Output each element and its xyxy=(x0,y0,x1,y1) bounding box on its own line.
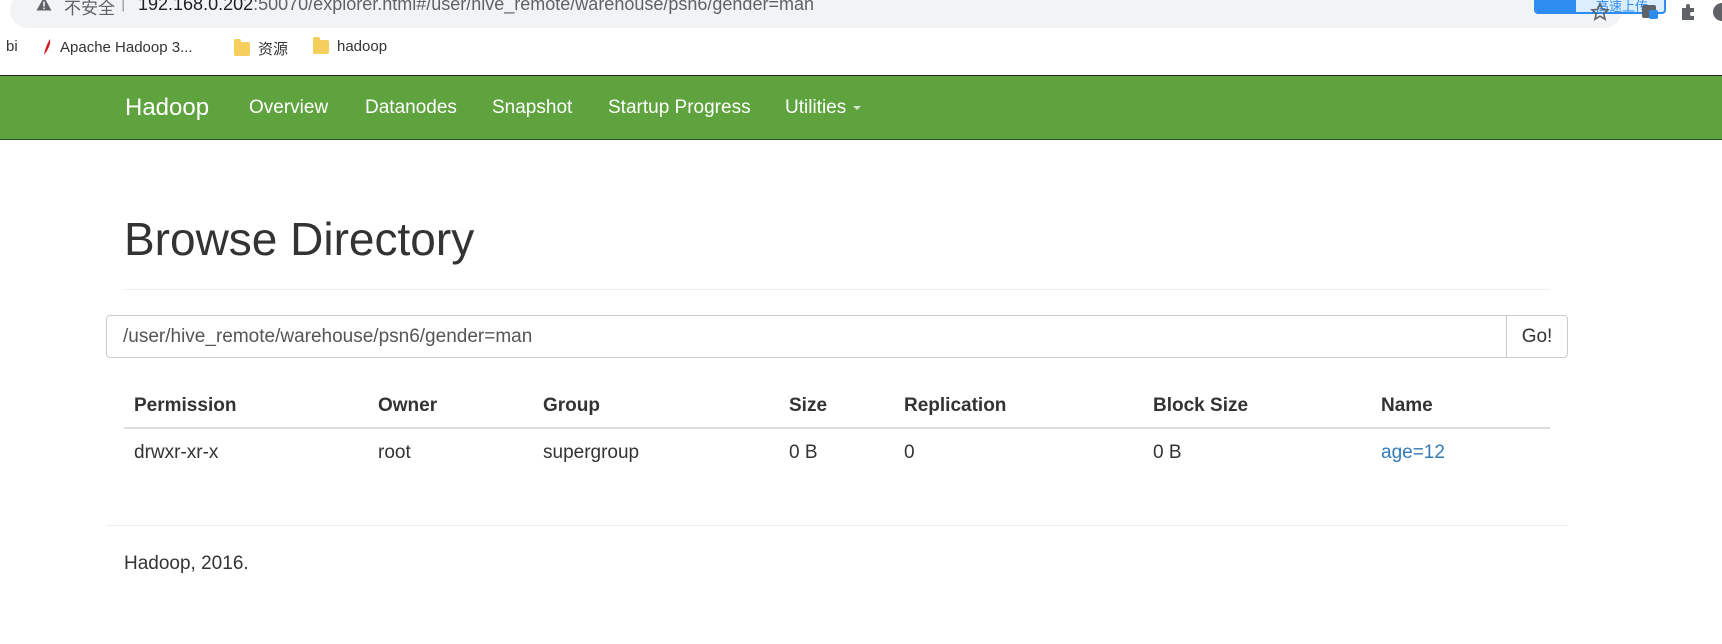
header-owner[interactable]: Owner xyxy=(368,384,533,429)
url-separator: | xyxy=(121,0,126,12)
header-block-size[interactable]: Block Size xyxy=(1143,384,1371,429)
directory-link[interactable]: age=12 xyxy=(1381,442,1445,463)
profile-icon[interactable] xyxy=(1712,2,1722,22)
bookmark-label: 资源 xyxy=(258,41,289,58)
nav-utilities-dropdown[interactable]: Utilities xyxy=(785,97,862,119)
header-replication[interactable]: Replication xyxy=(894,384,1143,429)
nav-utilities-label: Utilities xyxy=(785,97,847,118)
cell-owner: root xyxy=(378,441,411,463)
footer-divider xyxy=(106,525,1568,526)
cell-block-size: 0 B xyxy=(1153,441,1182,463)
url-host: 192.168.0.202 xyxy=(138,0,254,14)
star-icon[interactable] xyxy=(1590,2,1610,22)
cell-replication: 0 xyxy=(904,441,915,463)
address-bar[interactable]: 不安全 | 192.168.0.202:50070/explorer.html#… xyxy=(10,0,1622,28)
cell-group: supergroup xyxy=(543,441,640,463)
bookmark-label: hadoop xyxy=(337,38,388,55)
extension-logo-icon xyxy=(1536,0,1576,12)
nav-startup-progress[interactable]: Startup Progress xyxy=(608,97,751,119)
warning-icon[interactable] xyxy=(36,0,52,12)
nav-overview[interactable]: Overview xyxy=(249,97,328,119)
table-header-row: Permission Owner Group Size Replication … xyxy=(124,384,1550,429)
translate-icon[interactable] xyxy=(1640,2,1660,22)
browser-chrome: 不安全 | 192.168.0.202:50070/explorer.html#… xyxy=(0,0,1722,76)
bookmark-label: bi xyxy=(6,38,18,55)
folder-icon xyxy=(234,38,250,56)
path-search-group: Go! xyxy=(106,315,1568,358)
puzzle-icon[interactable] xyxy=(1678,2,1698,22)
bookmark-apache-hadoop[interactable]: Apache Hadoop 3... xyxy=(42,38,193,56)
directory-listing-table: Permission Owner Group Size Replication … xyxy=(124,384,1550,476)
bookmark-folder-ziyuan[interactable]: 资源 xyxy=(234,38,288,59)
folder-icon xyxy=(313,36,329,54)
url-path: :50070/explorer.html#/user/hive_remote/w… xyxy=(253,0,814,14)
bookmark-bi[interactable]: bi xyxy=(6,38,18,55)
caret-down-icon xyxy=(853,105,862,110)
feather-icon xyxy=(44,39,51,55)
directory-path-input[interactable] xyxy=(107,316,1506,357)
cell-permission: drwxr-xr-x xyxy=(134,441,219,463)
footer-text: Hadoop, 2016. xyxy=(124,553,249,574)
bookmark-folder-hadoop[interactable]: hadoop xyxy=(313,36,388,55)
url-text[interactable]: 192.168.0.202:50070/explorer.html#/user/… xyxy=(138,0,814,15)
table-row: drwxr-xr-x root supergroup 0 B 0 0 B age… xyxy=(124,428,1550,476)
nav-datanodes[interactable]: Datanodes xyxy=(365,97,457,119)
page-title: Browse Directory xyxy=(124,213,475,265)
bookmark-label: Apache Hadoop 3... xyxy=(60,38,193,56)
top-navbar: Hadoop Overview Datanodes Snapshot Start… xyxy=(0,76,1722,140)
cell-name: age=12 xyxy=(1371,428,1550,476)
brand-logo[interactable]: Hadoop xyxy=(125,94,209,122)
cell-size: 0 B xyxy=(789,441,818,463)
insecure-label: 不安全 xyxy=(64,0,115,18)
header-name[interactable]: Name xyxy=(1371,384,1550,429)
header-permission[interactable]: Permission xyxy=(124,384,368,429)
title-divider xyxy=(124,289,1550,290)
go-button[interactable]: Go! xyxy=(1506,315,1568,358)
nav-snapshot[interactable]: Snapshot xyxy=(492,97,572,119)
header-group[interactable]: Group xyxy=(533,384,779,429)
header-size[interactable]: Size xyxy=(779,384,894,429)
